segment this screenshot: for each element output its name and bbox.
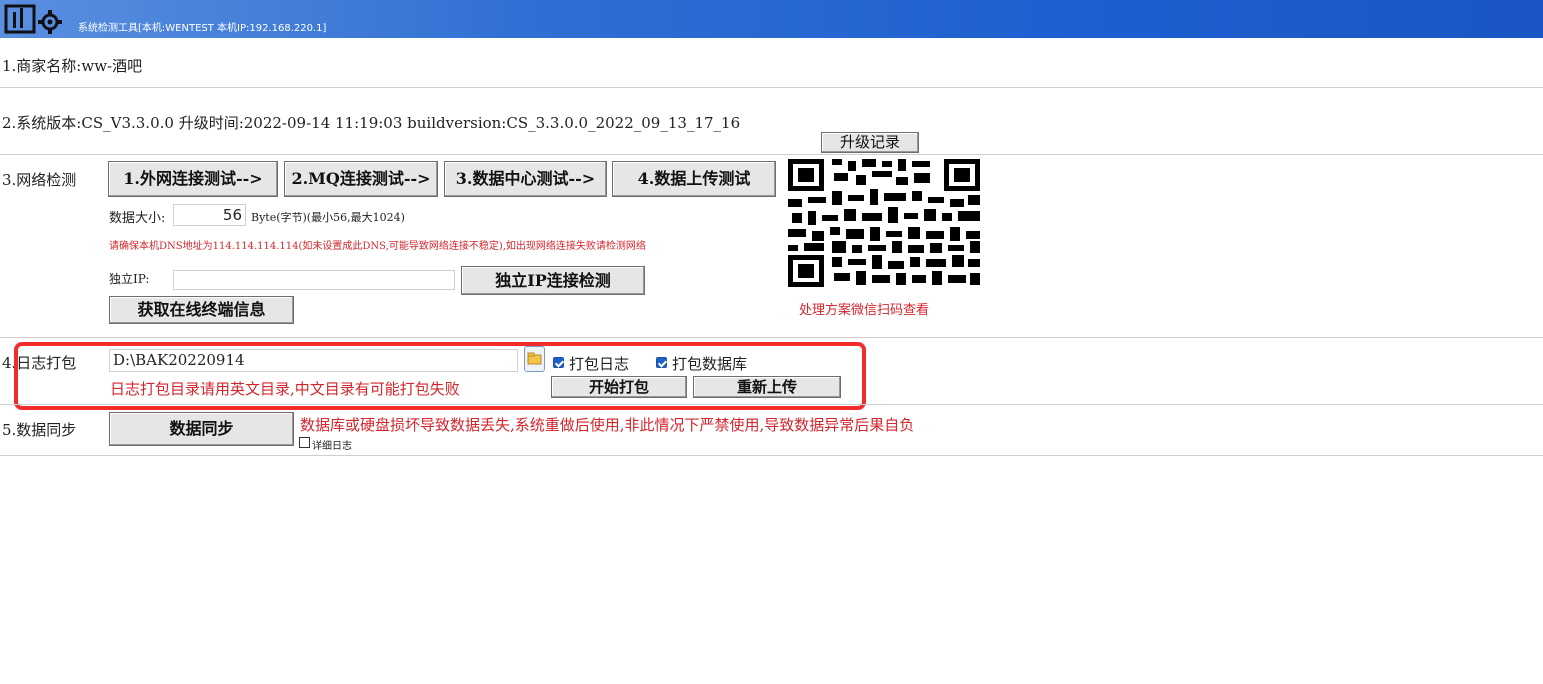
data-upload-test-button[interactable]: 4.数据上传测试 [612,161,776,197]
highlight-box [14,342,866,410]
merchant-name: 1.商家名称:ww-酒吧 [2,57,143,75]
divider [0,404,1543,405]
mq-test-button[interactable]: 2.MQ连接测试--> [284,161,438,197]
divider [0,87,1543,88]
online-terminal-button[interactable]: 获取在线终端信息 [109,296,294,324]
data-sync-button[interactable]: 数据同步 [109,412,294,446]
detail-log-label: 详细日志 [312,441,352,452]
data-size-unit: Byte(字节)(最小56,最大1024) [251,211,405,224]
ip-check-button[interactable]: 独立IP连接检测 [461,266,645,295]
divider [0,154,1543,155]
dns-warning: 请确保本机DNS地址为114.114.114.114(如未设置成此DNS,可能导… [109,241,646,252]
qr-code-icon [786,157,982,289]
log-output-area [0,456,1543,684]
title-bar: 系统检测工具[本机:WENTEST 本机IP:192.168.220.1] [0,0,1543,38]
window-title: 系统检测工具[本机:WENTEST 本机IP:192.168.220.1] [78,23,327,34]
data-sync-warning: 数据库或硬盘损坏导致数据丢失,系统重做后使用,非此情况下严禁使用,导致数据异常后… [300,416,915,434]
data-size-input[interactable]: 56 [173,204,246,226]
independent-ip-input[interactable] [173,270,455,290]
data-sync-label: 5.数据同步 [2,421,77,439]
upgrade-record-button[interactable]: 升级记录 [821,132,919,153]
internet-test-button[interactable]: 1.外网连接测试--> [108,161,278,197]
app-logo-icon [4,4,62,34]
detail-log-checkbox[interactable] [299,437,310,448]
data-center-test-button[interactable]: 3.数据中心测试--> [444,161,607,197]
data-size-label: 数据大小: [109,211,166,226]
qr-caption: 处理方案微信扫码查看 [799,303,930,318]
system-version: 2.系统版本:CS_V3.3.0.0 升级时间:2022-09-14 11:19… [2,114,741,132]
independent-ip-label: 独立IP: [109,272,150,286]
divider [0,337,1543,338]
network-check-label: 3.网络检测 [2,171,77,189]
